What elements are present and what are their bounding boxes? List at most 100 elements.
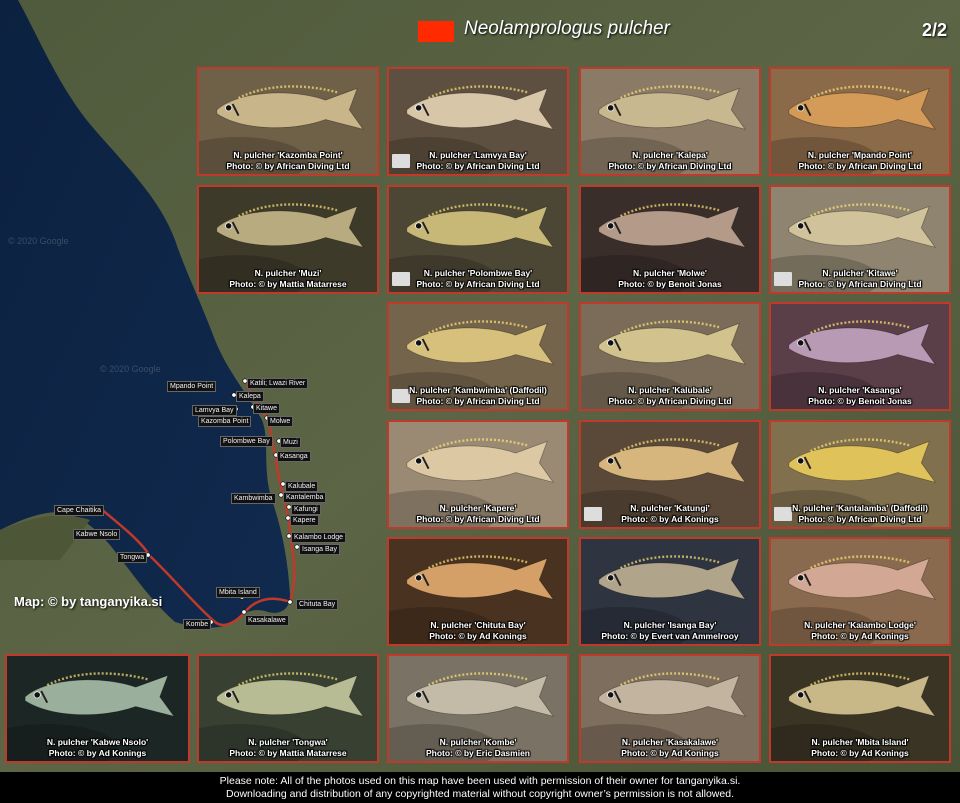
photo-caption: N. pulcher 'Mpando Point' Photo: © by Afr…	[771, 150, 949, 172]
photo-caption: N. pulcher 'Kazomba Point' Photo: © by Af…	[199, 150, 377, 172]
photo-caption: N. pulcher 'Lamvya Bay' Photo: © by Afric…	[389, 150, 567, 172]
photo-caption: N. pulcher 'Kabwe Nsolo' Photo: © by Ad K…	[7, 737, 188, 759]
photo-locality: N. pulcher 'Kapere'	[439, 503, 517, 513]
location-label: Chituta Bay	[296, 599, 339, 610]
photo-credit: Photo: © by Ad Konings	[429, 631, 527, 641]
fish-photo-tile[interactable]: N. pulcher 'Kalambo Lodge' Photo: © by Ad…	[769, 537, 951, 646]
photo-credit: Photo: © by African Diving Ltd	[416, 396, 540, 406]
photo-locality: N. pulcher 'Kitawe'	[822, 268, 898, 278]
photo-caption: N. pulcher 'Kombe' Photo: © by Eric Dasmi…	[389, 737, 567, 759]
fish-photo-tile[interactable]: N. pulcher 'Kapere' Photo: © by African D…	[387, 420, 569, 529]
photo-credit: Photo: © by Benoit Jonas	[808, 396, 912, 406]
fish-photo-tile[interactable]: N. pulcher 'Molwe' Photo: © by Benoit Jon…	[579, 185, 761, 294]
location-dot	[287, 599, 293, 605]
notice-line-2: Downloading and distribution of any copy…	[226, 788, 734, 800]
photo-locality: N. pulcher 'Kalambo Lodge'	[804, 620, 916, 630]
photo-locality: N. pulcher 'Kasakalawe'	[621, 737, 719, 747]
location-label: Katili; Lwazi River	[247, 378, 309, 389]
photo-credit: Photo: © by African Diving Ltd	[798, 514, 922, 524]
photo-credit: Photo: © by African Diving Ltd	[416, 279, 540, 289]
fish-photo-tile[interactable]: N. pulcher 'Kalubale' Photo: © by African…	[579, 302, 761, 411]
photo-credit: Photo: © by Ad Konings	[621, 514, 719, 524]
fish-photo-tile[interactable]: N. pulcher 'Kantalamba' (Daffodil) Photo:…	[769, 420, 951, 529]
photo-caption: N. pulcher 'Polombwe Bay' Photo: © by Afr…	[389, 268, 567, 290]
photo-locality: N. pulcher 'Kambwimba' (Daffodil)	[409, 385, 547, 395]
fish-photo-tile[interactable]: N. pulcher 'Kalepa' Photo: © by African D…	[579, 67, 761, 176]
photo-credit: Photo: © by African Diving Ltd	[416, 514, 540, 524]
notice-line-1: Please note: All of the photos used on t…	[219, 775, 741, 787]
fish-photo-tile[interactable]: N. pulcher 'Kasakalawe' Photo: © by Ad Ko…	[579, 654, 761, 763]
photo-locality: N. pulcher 'Chituta Bay'	[430, 620, 526, 630]
fish-photo-tile[interactable]: N. pulcher 'Chituta Bay' Photo: © by Ad K…	[387, 537, 569, 646]
location-label: Kafungi	[291, 504, 321, 515]
photo-locality: N. pulcher 'Mbita Island'	[811, 737, 909, 747]
location-label: Kazomba Point	[198, 416, 252, 427]
photo-caption: N. pulcher 'Kalambo Lodge' Photo: © by Ad…	[771, 620, 949, 642]
location-label: Mbita Island	[216, 587, 260, 598]
photo-credit: Photo: © by Ad Konings	[621, 748, 719, 758]
fish-photo-tile[interactable]: N. pulcher 'Muzi' Photo: © by Mattia Mata…	[197, 185, 379, 294]
photo-locality: N. pulcher 'Molwe'	[633, 268, 707, 278]
photo-locality: N. pulcher 'Katungi'	[630, 503, 710, 513]
fish-photo-tile[interactable]: N. pulcher 'Mpando Point' Photo: © by Afr…	[769, 67, 951, 176]
location-label: Kabwe Nsolo	[73, 529, 121, 540]
location-label: Kapere	[290, 515, 319, 526]
legend-swatch	[418, 21, 454, 42]
fish-photo-tile[interactable]: N. pulcher 'Kambwimba' (Daffodil) Photo: …	[387, 302, 569, 411]
fish-photo-tile[interactable]: N. pulcher 'Polombwe Bay' Photo: © by Afr…	[387, 185, 569, 294]
photo-caption: N. pulcher 'Kantalamba' (Daffodil) Photo:…	[771, 503, 949, 525]
fish-photo-tile[interactable]: N. pulcher 'Kabwe Nsolo' Photo: © by Ad K…	[5, 654, 190, 763]
fish-photo-tile[interactable]: N. pulcher 'Kombe' Photo: © by Eric Dasmi…	[387, 654, 569, 763]
photo-credit: Photo: © by Evert van Ammelrooy	[601, 631, 739, 641]
photo-credit: Photo: © by Ad Konings	[48, 748, 147, 758]
location-label: Kalepa	[236, 391, 264, 402]
photo-caption: N. pulcher 'Chituta Bay' Photo: © by Ad K…	[389, 620, 567, 642]
photo-caption: N. pulcher 'Isanga Bay' Photo: © by Evert…	[581, 620, 759, 642]
photo-caption: N. pulcher 'Kasakalawe' Photo: © by Ad Ko…	[581, 737, 759, 759]
photo-credit: Photo: © by Mattia Matarrese	[229, 748, 347, 758]
photo-locality: N. pulcher 'Kalubale'	[628, 385, 712, 395]
location-label: Kantalemba	[283, 492, 327, 503]
photo-locality: N. pulcher 'Kantalamba' (Daffodil)	[792, 503, 928, 513]
location-label: Muzi	[280, 437, 301, 448]
photo-caption: N. pulcher 'Kambwimba' (Daffodil) Photo: …	[389, 385, 567, 407]
location-label: Polombwe Bay	[220, 436, 273, 447]
location-label: Tongwa	[117, 552, 148, 563]
fish-photo-tile[interactable]: N. pulcher 'Isanga Bay' Photo: © by Evert…	[579, 537, 761, 646]
photo-caption: N. pulcher 'Kitawe' Photo: © by African D…	[771, 268, 949, 290]
photo-locality: N. pulcher 'Kalepa'	[632, 150, 708, 160]
photo-credit: Photo: © by Ad Konings	[811, 631, 909, 641]
photo-caption: N. pulcher 'Tongwa' Photo: © by Mattia Ma…	[199, 737, 377, 759]
google-watermark: © 2020 Google	[8, 236, 69, 246]
location-label: Kombe	[183, 619, 212, 630]
photo-credit: Photo: © by African Diving Ltd	[416, 161, 540, 171]
location-label: Mpando Point	[167, 381, 217, 392]
location-label: Kasanga	[277, 451, 311, 462]
fish-photo-tile[interactable]: N. pulcher 'Tongwa' Photo: © by Mattia Ma…	[197, 654, 379, 763]
location-label: Lamvya Bay	[192, 405, 237, 416]
photo-locality: N. pulcher 'Kabwe Nsolo'	[46, 737, 149, 747]
fish-photo-tile[interactable]: N. pulcher 'Kazomba Point' Photo: © by Af…	[197, 67, 379, 176]
google-watermark: © 2020 Google	[100, 364, 161, 374]
species-title: Neolamprologus pulcher	[464, 18, 670, 39]
photo-credit: Photo: © by African Diving Ltd	[608, 161, 732, 171]
photo-locality: N. pulcher 'Kasanga'	[818, 385, 902, 395]
fish-photo-tile[interactable]: N. pulcher 'Kasanga' Photo: © by Benoit J…	[769, 302, 951, 411]
photo-caption: N. pulcher 'Katungi' Photo: © by Ad Konin…	[581, 503, 759, 525]
location-label: Kambwimba	[231, 493, 276, 504]
photo-locality: N. pulcher 'Polombwe Bay'	[423, 268, 533, 278]
map-credit: Map: © by tanganyika.si	[14, 594, 163, 609]
photo-caption: N. pulcher 'Kalepa' Photo: © by African D…	[581, 150, 759, 172]
fish-photo-tile[interactable]: N. pulcher 'Katungi' Photo: © by Ad Konin…	[579, 420, 761, 529]
location-label: Cape Chaitika	[54, 505, 104, 516]
photo-caption: N. pulcher 'Kalubale' Photo: © by African…	[581, 385, 759, 407]
fish-photo-tile[interactable]: N. pulcher 'Kitawe' Photo: © by African D…	[769, 185, 951, 294]
photo-caption: N. pulcher 'Muzi' Photo: © by Mattia Mata…	[199, 268, 377, 290]
photo-caption: N. pulcher 'Kapere' Photo: © by African D…	[389, 503, 567, 525]
photo-caption: N. pulcher 'Molwe' Photo: © by Benoit Jon…	[581, 268, 759, 290]
fish-photo-tile[interactable]: N. pulcher 'Mbita Island' Photo: © by Ad …	[769, 654, 951, 763]
photo-locality: N. pulcher 'Muzi'	[254, 268, 322, 278]
fish-photo-tile[interactable]: N. pulcher 'Lamvya Bay' Photo: © by Afric…	[387, 67, 569, 176]
photo-locality: N. pulcher 'Kazomba Point'	[233, 150, 343, 160]
photo-credit: Photo: © by African Diving Ltd	[226, 161, 350, 171]
